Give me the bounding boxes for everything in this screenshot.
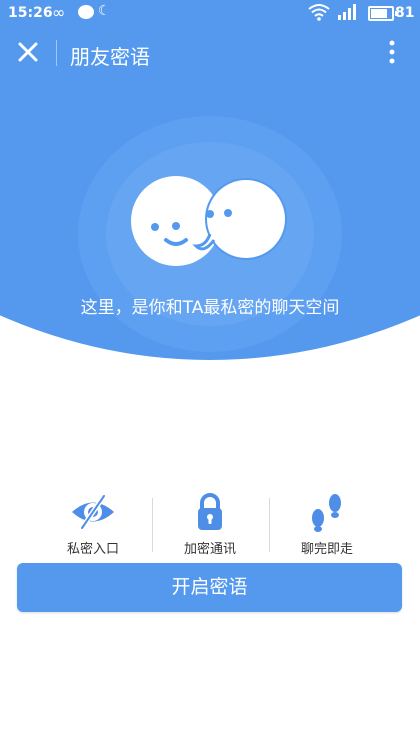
wifi-icon [308,4,330,21]
hero-tagline: 这里，是你和TA最私密的聊天空间 [80,298,340,318]
feature-chat-and-leave: 聊完即走 [269,492,385,560]
feature-encrypted-comms: 加密通讯 [152,492,268,560]
battery-icon [368,6,397,21]
start-secret-chat-button[interactable]: 开启密语 [17,563,402,612]
status-bar: 15:26 ∞ ☾ 81 [0,0,420,26]
feature-label: 私密入口 [66,542,119,557]
smiling-faces-icon [131,176,287,266]
signal-icon [338,4,356,20]
footprints-icon [312,494,341,532]
message-icon [78,5,94,19]
feature-list: 私密入口 加密通讯 聊完即走 [35,492,385,560]
header-divider [56,40,57,66]
feature-label: 加密通讯 [183,542,236,557]
feature-label: 聊完即走 [300,542,353,557]
feature-private-entry: 私密入口 [35,492,151,560]
lock-icon [198,493,222,530]
close-icon[interactable] [14,38,42,66]
app-header: 朋友密语 [0,30,420,78]
more-options-icon[interactable] [380,38,404,66]
infinity-icon: ∞ [52,3,66,22]
hidden-eye-icon [72,493,114,531]
moon-icon: ☾ [98,3,111,19]
page-title: 朋友密语 [70,45,150,69]
battery-level: 81 [395,5,415,21]
status-time: 15:26 [8,5,53,21]
